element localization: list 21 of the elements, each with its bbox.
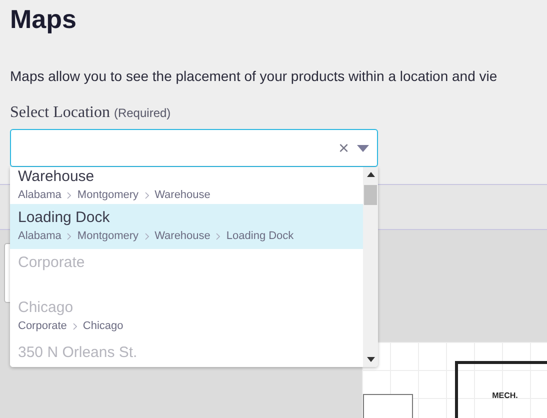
description: Maps allow you to see the placement of your products within a location and vie (10, 67, 498, 86)
clear-button[interactable]: × (338, 139, 349, 157)
required-hint: (Required) (114, 105, 171, 122)
scrollbar-thumb[interactable] (364, 185, 377, 205)
room-label: MECH. (492, 390, 518, 402)
chevron-icon (144, 192, 149, 199)
location-option[interactable]: Warehouse Alabama Montgomery Warehouse (10, 167, 363, 204)
field-label: Select Location (10, 103, 110, 123)
scroll-up-icon[interactable] (366, 172, 374, 177)
caret-icon[interactable] (357, 144, 369, 152)
location-option[interactable]: Loading Dock Alabama Montgomery Warehouse Loading Dock (10, 204, 363, 249)
chevron-icon (72, 322, 77, 330)
chevron-icon (144, 232, 149, 240)
page-title: Maps (10, 3, 76, 36)
chevron-icon (67, 232, 72, 240)
room-outline (363, 394, 413, 418)
chevron-icon (216, 232, 220, 240)
chevron-icon (67, 192, 72, 199)
scroll-down-icon[interactable] (366, 357, 374, 362)
scrollbar[interactable] (363, 167, 378, 367)
location-select[interactable]: × (10, 129, 378, 167)
